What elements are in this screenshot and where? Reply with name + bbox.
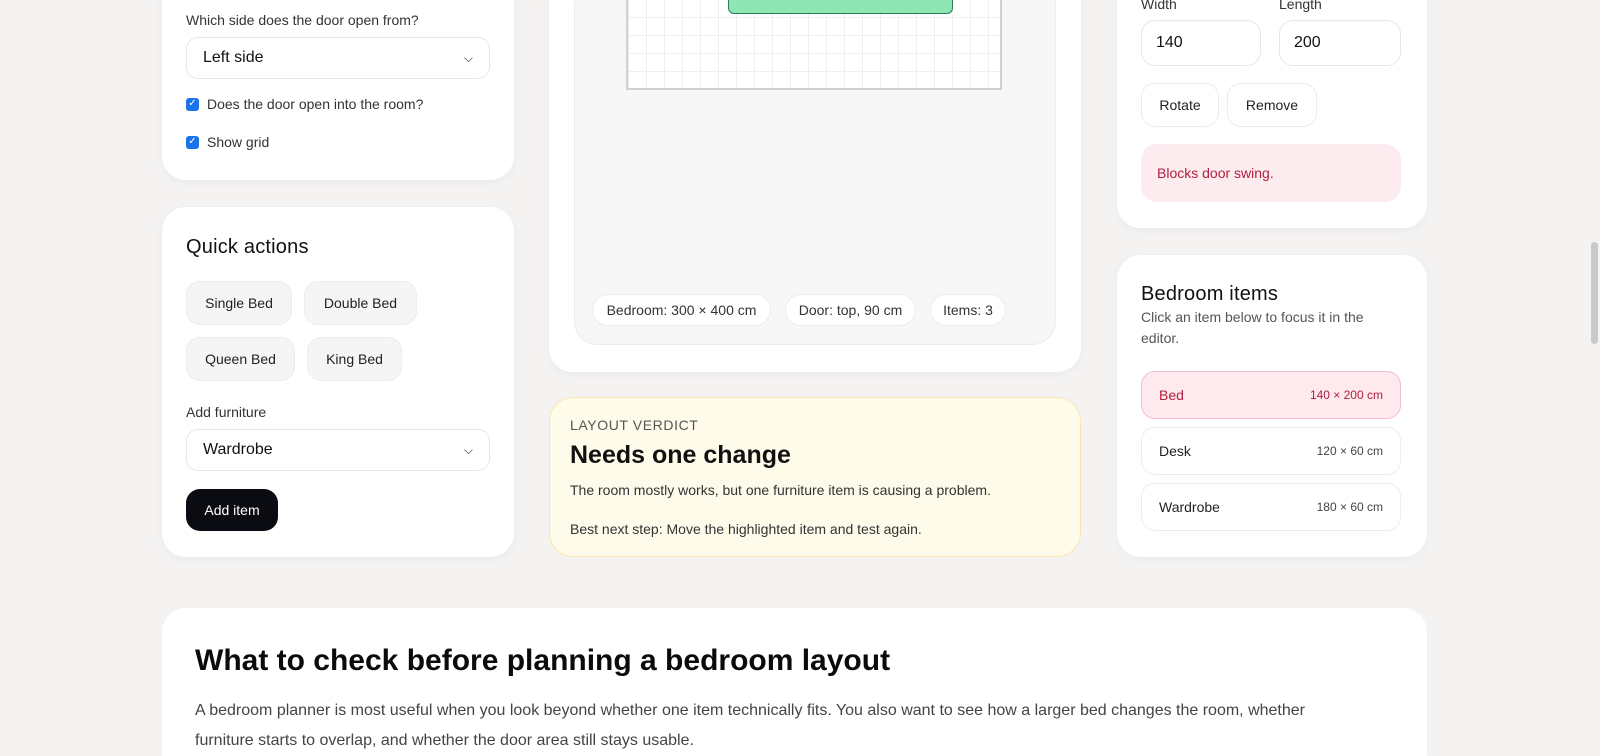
show-grid-checkbox-row[interactable]: ✓ Show grid [186, 134, 269, 150]
bedroom-items-subtitle-line2: editor. [1141, 330, 1180, 346]
item-name: Desk [1159, 443, 1191, 459]
article-paragraph-line1: A bedroom planner is most useful when yo… [195, 702, 1305, 719]
rotate-button[interactable]: Rotate [1141, 83, 1219, 127]
door-settings-card: Which side does the door open from? Left… [162, 0, 514, 180]
preset-double-bed-button[interactable]: Double Bed [304, 281, 417, 325]
article-paragraph-line2: furniture starts to overlap, and whether… [195, 732, 694, 749]
furniture-type-value: Wardrobe [203, 441, 273, 458]
furniture-type-select[interactable]: Wardrobe ⌵ [186, 429, 490, 471]
check-icon[interactable]: ✓ [186, 135, 199, 149]
width-input[interactable]: 140 [1141, 20, 1261, 66]
quick-actions-card: Quick actions Single Bed Double Bed Quee… [162, 207, 514, 557]
verdict-title: Needs one change [570, 441, 791, 469]
quick-actions-title: Quick actions [186, 236, 309, 258]
preset-queen-bed-button[interactable]: Queen Bed [186, 337, 295, 381]
layout-verdict-card: LAYOUT VERDICT Needs one change The room… [549, 397, 1081, 557]
room-size-chip: Bedroom: 300 × 400 cm [592, 294, 771, 326]
chevron-down-icon: ⌵ [463, 442, 473, 457]
item-size: 180 × 60 cm [1316, 500, 1383, 514]
door-side-value: Left side [203, 49, 264, 66]
verdict-next-step: Best next step: Move the highlighted ite… [570, 521, 922, 537]
item-size: 140 × 200 cm [1309, 388, 1383, 402]
bedroom-items-subtitle-line1: Click an item below to focus it in the [1141, 309, 1364, 325]
verdict-kicker: LAYOUT VERDICT [570, 417, 699, 433]
door-side-label: Which side does the door open from? [186, 12, 419, 28]
item-name: Bed [1159, 387, 1184, 403]
length-label: Length [1279, 0, 1322, 12]
verdict-description: The room mostly works, but one furniture… [570, 482, 991, 498]
page-scrollbar[interactable] [1588, 0, 1600, 756]
room-floorplan[interactable] [626, 0, 1002, 90]
bedroom-items-title: Bedroom items [1141, 283, 1279, 305]
show-grid-label: Show grid [207, 134, 270, 150]
preset-single-bed-button[interactable]: Single Bed [186, 281, 292, 325]
item-size: 120 × 60 cm [1316, 444, 1383, 458]
article-section: What to check before planning a bedroom … [162, 608, 1427, 756]
remove-button[interactable]: Remove [1227, 83, 1317, 127]
items-count-chip: Items: 3 [930, 294, 1006, 326]
door-opens-into-checkbox-row[interactable]: ✓ Does the door open into the room? [186, 96, 423, 112]
bedroom-items-subtitle: Click an item below to focus it in the e… [1141, 307, 1364, 349]
bedroom-item-wardrobe[interactable]: Wardrobe 180 × 60 cm [1141, 483, 1401, 531]
width-label: Width [1141, 0, 1177, 12]
door-opens-into-label: Does the door open into the room? [207, 96, 424, 112]
door-info-chip: Door: top, 90 cm [785, 294, 916, 326]
item-name: Wardrobe [1159, 499, 1220, 515]
article-title: What to check before planning a bedroom … [195, 644, 891, 677]
collision-warning: Blocks door swing. [1141, 144, 1401, 202]
add-item-button[interactable]: Add item [186, 489, 278, 531]
check-icon[interactable]: ✓ [186, 97, 199, 111]
scrollbar-thumb[interactable] [1591, 242, 1598, 344]
bed-furniture-shape[interactable] [728, 0, 953, 14]
door-side-select[interactable]: Left side ⌵ [186, 37, 490, 79]
chevron-down-icon: ⌵ [463, 50, 473, 65]
room-canvas-card: Bedroom: 300 × 400 cm Door: top, 90 cm I… [549, 0, 1081, 372]
length-input[interactable]: 200 [1279, 20, 1401, 66]
item-editor-card: Width Length 140 200 Rotate Remove Block… [1117, 0, 1427, 228]
bedroom-item-desk[interactable]: Desk 120 × 60 cm [1141, 427, 1401, 475]
bedroom-item-bed[interactable]: Bed 140 × 200 cm [1141, 371, 1401, 419]
room-canvas[interactable]: Bedroom: 300 × 400 cm Door: top, 90 cm I… [574, 0, 1056, 345]
article-paragraph: A bedroom planner is most useful when yo… [195, 696, 1375, 756]
bedroom-items-card: Bedroom items Click an item below to foc… [1117, 255, 1427, 557]
add-furniture-label: Add furniture [186, 404, 267, 420]
preset-king-bed-button[interactable]: King Bed [307, 337, 402, 381]
